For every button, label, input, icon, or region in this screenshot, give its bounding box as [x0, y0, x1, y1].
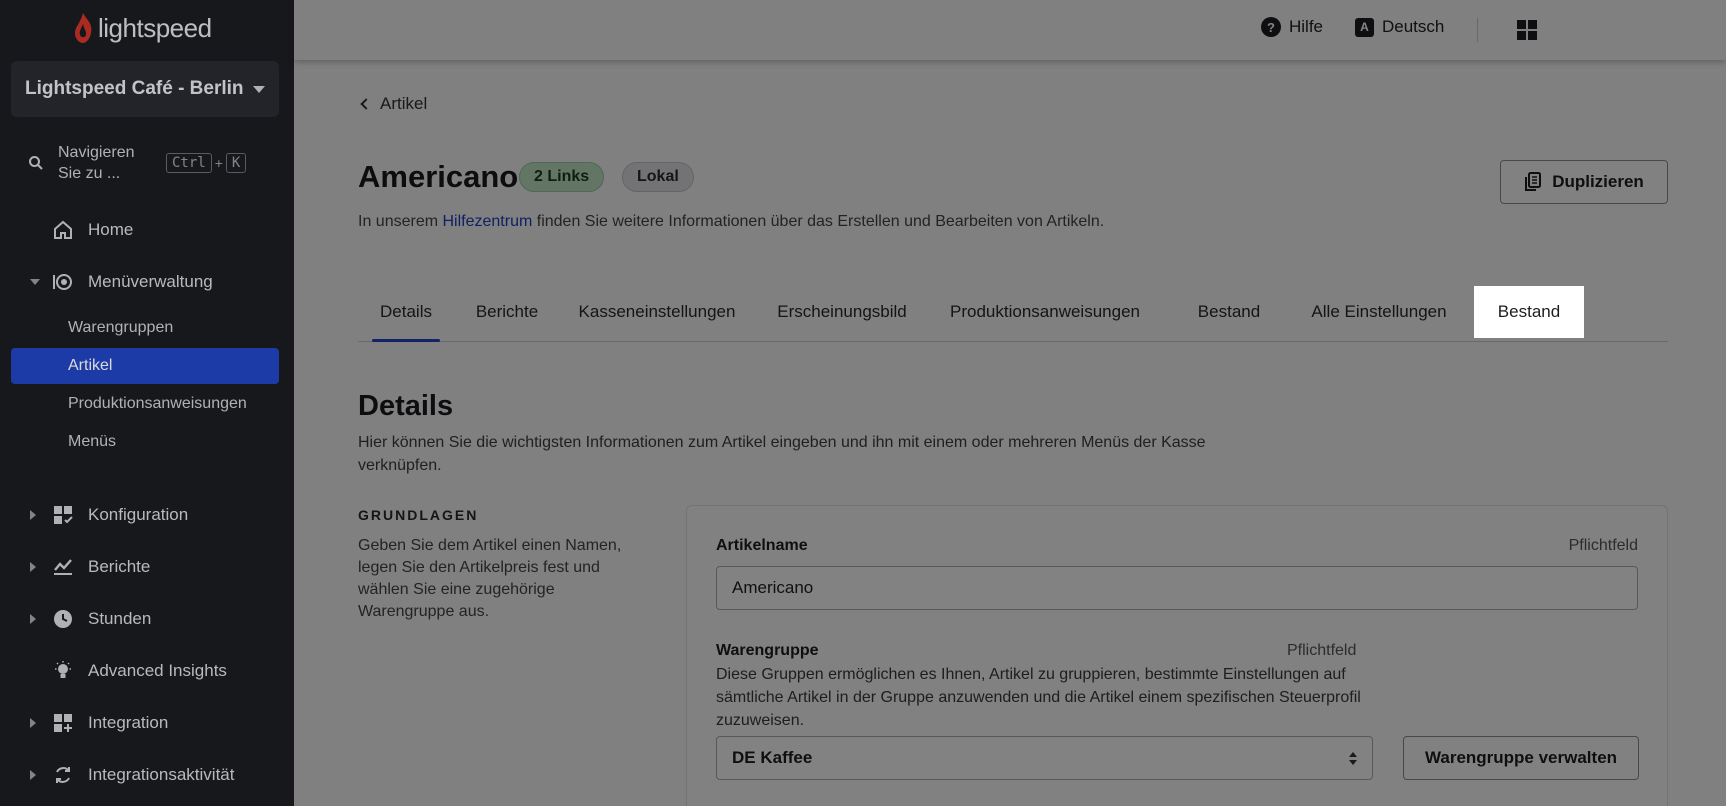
back-link[interactable]: Artikel: [360, 94, 428, 114]
tab-pos-settings[interactable]: Kasseneinstellungen: [572, 286, 742, 338]
sidebar-subitem-menus[interactable]: Menüs: [11, 424, 279, 460]
flame-icon: [75, 13, 92, 43]
sidebar-subitem-warengruppen[interactable]: Warengruppen: [11, 310, 279, 346]
configuration-icon: [54, 506, 73, 524]
chevron-right-icon: [30, 614, 36, 624]
tab-details[interactable]: Details: [372, 286, 440, 342]
sidebar-item-home[interactable]: Home: [0, 210, 294, 250]
menu-management-icon: [53, 274, 72, 290]
select-arrows-icon: [1349, 751, 1357, 765]
product-group-label: Warengruppe: [716, 642, 819, 659]
kbd-ctrl: Ctrl: [166, 153, 212, 173]
help-center-link[interactable]: Hilfezentrum: [442, 213, 532, 230]
reports-icon: [54, 559, 72, 575]
kbd-plus: +: [214, 155, 223, 171]
sidebar-item-reports[interactable]: Berichte: [0, 547, 294, 587]
sidebar-item-label: Berichte: [88, 557, 151, 576]
tab-all-settings[interactable]: Alle Einstellungen: [1306, 286, 1452, 338]
item-name-required: Pflichtfeld: [1568, 537, 1638, 554]
copy-icon: [1525, 172, 1542, 191]
chevron-down-icon: [30, 279, 40, 285]
clock-icon: [54, 610, 72, 628]
store-selector[interactable]: Lightspeed Café - Berlin: [11, 61, 279, 117]
back-label: Artikel: [380, 94, 428, 113]
item-name-label: Artikelname: [716, 537, 808, 554]
manage-product-group-button[interactable]: Warengruppe verwalten: [1403, 736, 1639, 780]
tab-inventory[interactable]: Bestand: [1174, 286, 1284, 338]
sidebar-subitem-produktionsanweisungen[interactable]: Produktionsanweisungen: [11, 386, 279, 422]
local-badge: Lokal: [622, 162, 694, 192]
sidebar: lightspeed Lightspeed Café - Berlin Navi…: [0, 0, 294, 806]
main-content: Artikel Americano 2 Links Lokal Duplizie…: [294, 60, 1726, 806]
section-description: Hier können Sie die wichtigsten Informat…: [358, 434, 1206, 474]
top-divider: [1477, 18, 1478, 42]
store-name: Lightspeed Café - Berlin: [25, 78, 244, 99]
product-group-select[interactable]: DE Kaffee: [716, 736, 1373, 780]
sidebar-item-hours[interactable]: Stunden: [0, 599, 294, 639]
chevron-right-icon: [30, 770, 36, 780]
top-bar: ? Hilfe A Deutsch: [294, 0, 1726, 60]
sidebar-item-configuration[interactable]: Konfiguration: [0, 495, 294, 535]
help-suffix: finden Sie weitere Informationen über da…: [532, 213, 1105, 230]
sidebar-item-label: Stunden: [88, 609, 152, 628]
help-icon: ?: [1261, 17, 1281, 37]
home-icon: [54, 220, 72, 239]
sidebar-subitem-label: Menüs: [68, 433, 117, 450]
basics-card: Artikelname Pflichtfeld Americano Wareng…: [686, 505, 1668, 806]
logo-text: lightspeed: [98, 12, 212, 43]
caret-down-icon: [253, 85, 265, 93]
page-title: Americano: [358, 159, 519, 194]
help-text: In unserem Hilfezentrum finden Sie weite…: [358, 213, 1104, 231]
sidebar-item-integration-activity[interactable]: Integrationsaktivität: [0, 755, 294, 795]
help-label: Hilfe: [1289, 17, 1324, 36]
chevron-right-icon: [30, 718, 36, 728]
help-button[interactable]: ? Hilfe: [1261, 17, 1323, 37]
help-prefix: In unserem: [358, 213, 443, 230]
tab-bar: Details Berichte Kasseneinstellungen Ers…: [358, 286, 1668, 342]
shortcut-hint: Ctrl + K: [166, 153, 247, 173]
tab-appearance[interactable]: Erscheinungsbild: [772, 286, 912, 338]
group-heading: GRUNDLAGEN: [358, 507, 479, 523]
lightspeed-logo[interactable]: lightspeed: [72, 12, 212, 44]
product-group-help: Diese Gruppen ermöglichen es Ihnen, Arti…: [716, 666, 1361, 729]
group-description: Geben Sie dem Artikel einen Namen, legen…: [358, 537, 622, 620]
kbd-k: K: [225, 153, 247, 173]
language-icon: A: [1355, 17, 1374, 37]
sidebar-subitem-label: Warengruppen: [68, 319, 174, 336]
item-name-input[interactable]: Americano: [716, 566, 1638, 610]
product-group-value: DE Kaffee: [732, 748, 813, 767]
navigate-label: Navigieren Sie zu ...: [58, 144, 135, 182]
product-group-required: Pflichtfeld: [1287, 642, 1357, 659]
tab-production-instructions[interactable]: Produktionsanweisungen: [942, 286, 1148, 338]
apps-grid-icon[interactable]: [1517, 20, 1537, 40]
sidebar-subitem-artikel[interactable]: Artikel: [11, 348, 279, 384]
duplicate-button[interactable]: Duplizieren: [1500, 160, 1668, 204]
search-icon: [29, 156, 43, 170]
sidebar-item-label: Integration: [88, 713, 169, 732]
lightbulb-icon: [55, 661, 71, 678]
language-button[interactable]: A Deutsch: [1355, 17, 1444, 37]
sidebar-subitem-label: Produktionsanweisungen: [68, 395, 247, 412]
section-title: Details: [358, 390, 454, 422]
chevron-right-icon: [30, 510, 36, 520]
links-badge[interactable]: 2 Links: [519, 162, 605, 192]
navigate-search[interactable]: Navigieren Sie zu ... Ctrl + K: [28, 140, 268, 186]
language-label: Deutsch: [1382, 17, 1445, 36]
duplicate-label: Duplizieren: [1552, 172, 1644, 191]
chevron-right-icon: [30, 562, 36, 572]
sidebar-item-label: Advanced Insights: [88, 661, 227, 680]
sidebar-item-menu-management[interactable]: Menüverwaltung: [0, 262, 294, 302]
tab-reports[interactable]: Berichte: [470, 286, 544, 338]
chevron-left-icon: [360, 98, 372, 110]
integration-icon: [54, 714, 72, 732]
sidebar-item-label: Menüverwaltung: [88, 272, 213, 291]
sidebar-item-advanced-insights[interactable]: Advanced Insights: [0, 651, 294, 691]
sidebar-subitem-label: Artikel: [68, 357, 113, 374]
sidebar-item-label: Konfiguration: [88, 505, 189, 524]
sync-icon: [56, 767, 70, 783]
sidebar-item-integration[interactable]: Integration: [0, 703, 294, 743]
sidebar-item-label: Integrationsaktivität: [88, 765, 235, 784]
sidebar-item-label: Home: [88, 220, 134, 239]
